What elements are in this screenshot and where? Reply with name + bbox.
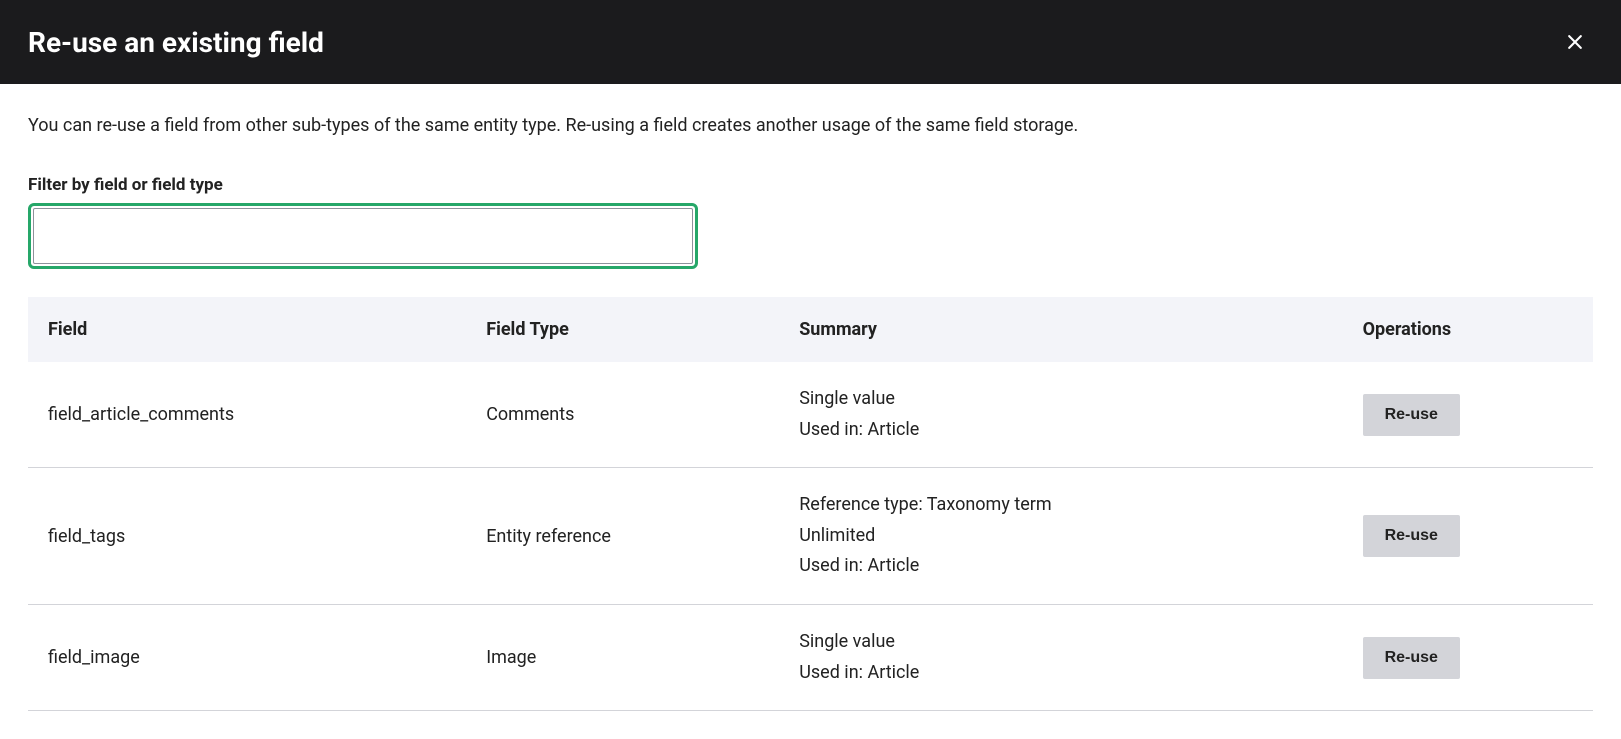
filter-input[interactable] [33, 208, 693, 264]
cell-operations: Re-use [1343, 362, 1593, 468]
close-button[interactable] [1557, 24, 1593, 60]
table-row: field_imageImageSingle valueUsed in: Art… [28, 604, 1593, 710]
column-header-field: Field [28, 297, 466, 362]
reuse-button[interactable]: Re-use [1363, 394, 1460, 436]
cell-field: field_image [28, 604, 466, 710]
filter-focus-ring [28, 203, 698, 269]
filter-label: Filter by field or field type [28, 175, 1593, 195]
close-icon [1565, 32, 1585, 52]
cell-operations: Re-use [1343, 468, 1593, 605]
modal-body: You can re-use a field from other sub-ty… [0, 84, 1621, 739]
summary-line: Used in: Article [799, 658, 1322, 689]
summary-line: Used in: Article [799, 551, 1322, 582]
summary-line: Reference type: Taxonomy term [799, 490, 1322, 521]
cell-operations: Re-use [1343, 604, 1593, 710]
cell-summary: Single valueUsed in: Article [779, 362, 1342, 468]
column-header-operations: Operations [1343, 297, 1593, 362]
table-row: field_tagsEntity referenceReference type… [28, 468, 1593, 605]
cell-type: Comments [466, 362, 779, 468]
description-text: You can re-use a field from other sub-ty… [28, 112, 1593, 139]
cell-field: field_article_comments [28, 362, 466, 468]
fields-table: Field Field Type Summary Operations fiel… [28, 297, 1593, 711]
cell-summary: Reference type: Taxonomy termUnlimitedUs… [779, 468, 1342, 605]
summary-line: Used in: Article [799, 415, 1322, 446]
reuse-button[interactable]: Re-use [1363, 515, 1460, 557]
column-header-type: Field Type [466, 297, 779, 362]
modal-header: Re-use an existing field [0, 0, 1621, 84]
column-header-summary: Summary [779, 297, 1342, 362]
reuse-button[interactable]: Re-use [1363, 637, 1460, 679]
summary-line: Single value [799, 627, 1322, 658]
cell-field: field_tags [28, 468, 466, 605]
cell-type: Image [466, 604, 779, 710]
summary-line: Unlimited [799, 521, 1322, 552]
table-row: field_article_commentsCommentsSingle val… [28, 362, 1593, 468]
cell-summary: Single valueUsed in: Article [779, 604, 1342, 710]
modal-title: Re-use an existing field [28, 26, 324, 59]
cell-type: Entity reference [466, 468, 779, 605]
summary-line: Single value [799, 384, 1322, 415]
